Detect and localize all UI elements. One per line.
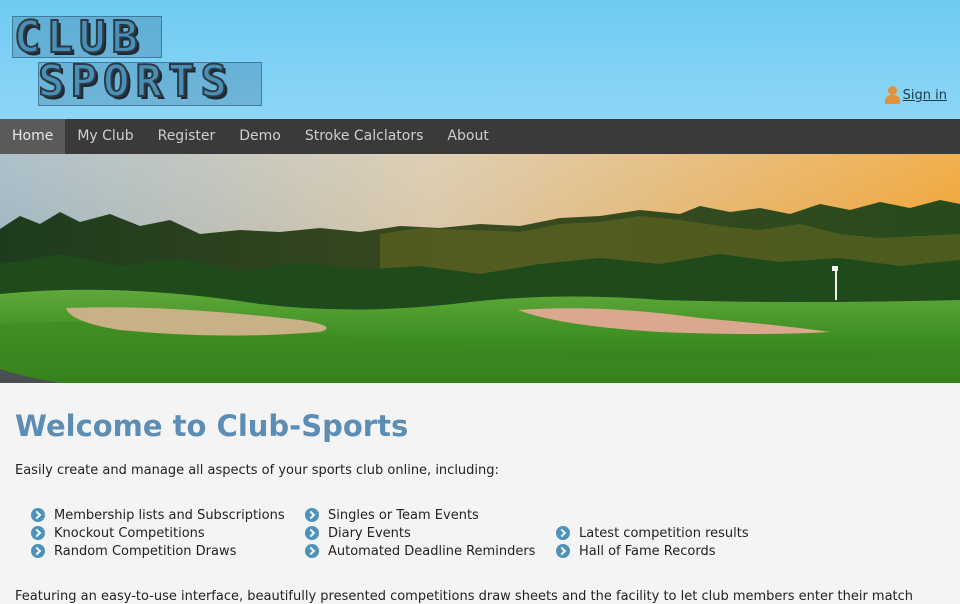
nav-my-club[interactable]: My Club (65, 119, 145, 154)
signin-area[interactable]: Sign in (884, 86, 947, 104)
feature-item: Membership lists and Subscriptions (31, 506, 285, 524)
nav-stroke-calculators[interactable]: Stroke Calclators (293, 119, 436, 154)
arrow-bullet-icon (556, 526, 570, 540)
main-nav: Home My Club Register Demo Stroke Calcla… (0, 119, 960, 154)
club-sports-logo[interactable]: CLUB SPORTS (12, 11, 268, 108)
feature-label: Latest competition results (579, 525, 749, 541)
arrow-bullet-icon (305, 544, 319, 558)
nav-home[interactable]: Home (0, 119, 66, 154)
nav-about[interactable]: About (435, 119, 500, 154)
feature-item: Latest competition results (556, 524, 749, 542)
user-icon (884, 86, 900, 104)
nav-demo[interactable]: Demo (227, 119, 293, 154)
arrow-bullet-icon (31, 526, 45, 540)
feature-list: Membership lists and Subscriptions Knock… (15, 506, 945, 570)
feature-item: Hall of Fame Records (556, 542, 716, 560)
feature-item: Diary Events (305, 524, 411, 542)
site-header: CLUB SPORTS Sign in (0, 0, 960, 119)
feature-label: Knockout Competitions (54, 525, 205, 541)
feature-label: Singles or Team Events (328, 507, 479, 523)
arrow-bullet-icon (31, 508, 45, 522)
arrow-bullet-icon (305, 508, 319, 522)
feature-item: Random Competition Draws (31, 542, 236, 560)
arrow-bullet-icon (31, 544, 45, 558)
logo-text-sports: SPORTS (37, 55, 233, 108)
main-content: Welcome to Club-Sports Easily create and… (15, 383, 945, 604)
nav-register[interactable]: Register (146, 119, 228, 154)
feature-item: Knockout Competitions (31, 524, 205, 542)
feature-item: Singles or Team Events (305, 506, 479, 524)
signin-link[interactable]: Sign in (903, 88, 947, 103)
feature-label: Diary Events (328, 525, 411, 541)
feature-label: Random Competition Draws (54, 543, 237, 559)
feature-summary-text: Featuring an easy-to-use interface, beau… (15, 589, 914, 604)
feature-label: Hall of Fame Records (579, 543, 716, 559)
hero-banner-image (0, 154, 960, 383)
golf-course-illustration (0, 154, 960, 383)
arrow-bullet-icon (556, 544, 570, 558)
feature-label: Membership lists and Subscriptions (54, 507, 285, 523)
intro-text: Easily create and manage all aspects of … (15, 463, 499, 478)
feature-label: Automated Deadline Reminders (328, 543, 536, 559)
page-title: Welcome to Club-Sports (15, 409, 409, 443)
arrow-bullet-icon (305, 526, 319, 540)
feature-item: Automated Deadline Reminders (305, 542, 535, 560)
